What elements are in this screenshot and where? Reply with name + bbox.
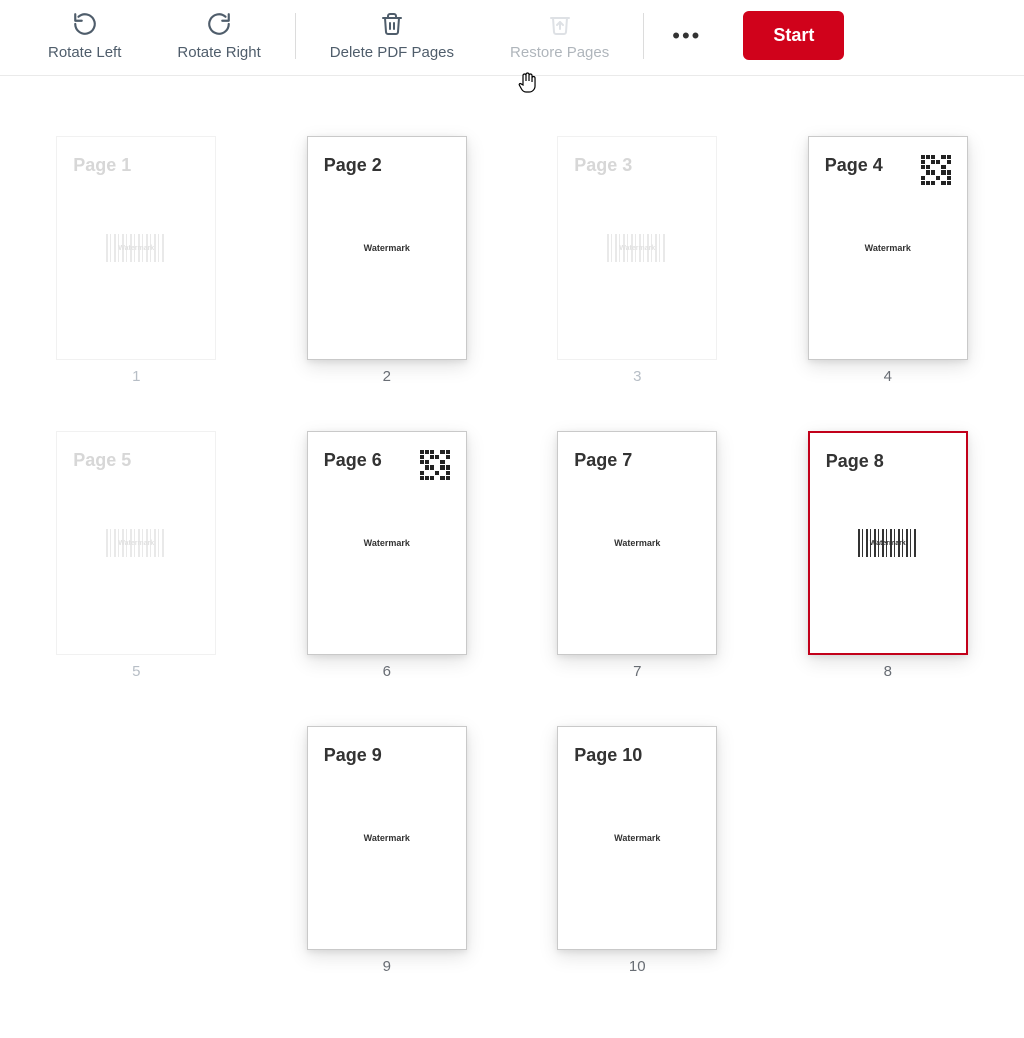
delete-pages-label: Delete PDF Pages — [330, 44, 454, 61]
start-button-label: Start — [773, 25, 814, 45]
page-thumbnail-title: Page 7 — [574, 450, 632, 471]
page-thumbnail-header: Page 6 — [324, 450, 450, 480]
page-thumbnail-content: Watermark — [106, 234, 166, 262]
page-thumbnail-cell[interactable]: Page 8 Watermark 8 — [808, 431, 968, 680]
barcode-label: Watermark — [619, 245, 655, 252]
page-thumbnail-header: Page 9 — [324, 745, 450, 766]
page-thumbnail-content: Watermark — [865, 243, 911, 253]
more-options-button[interactable]: ••• — [650, 13, 723, 59]
page-thumbnail-title: Page 1 — [73, 155, 131, 176]
page-thumbnail-cell[interactable]: Page 7 Watermark 7 — [557, 431, 717, 680]
page-number-label: 2 — [383, 368, 391, 385]
page-thumbnail-title: Page 3 — [574, 155, 632, 176]
page-thumbnail[interactable]: Page 3 Watermark — [557, 136, 717, 360]
barcode-icon: Watermark — [607, 234, 667, 262]
page-thumbnail[interactable]: Page 9 Watermark — [307, 726, 467, 950]
rotate-left-icon — [72, 10, 98, 38]
page-number-label: 9 — [383, 958, 391, 975]
page-thumbnail[interactable]: Page 7 Watermark — [557, 431, 717, 655]
page-thumbnail[interactable]: Page 6 Watermark — [307, 431, 467, 655]
barcode-label: Watermark — [118, 540, 154, 547]
page-thumbnail-header: Page 7 — [574, 450, 700, 471]
page-thumbnail-header: Page 2 — [324, 155, 450, 176]
qr-code-icon — [420, 450, 450, 480]
restore-pages-button: Restore Pages — [482, 10, 637, 61]
page-thumbnail-content: Watermark — [364, 243, 410, 253]
page-thumbnail-content: Watermark — [106, 529, 166, 557]
restore-pages-label: Restore Pages — [510, 44, 609, 61]
barcode-icon: Watermark — [106, 529, 166, 557]
page-number-label: 3 — [633, 368, 641, 385]
page-thumbnail-cell[interactable]: Page 9 Watermark 9 — [307, 726, 467, 975]
page-thumbnail-cell[interactable]: Page 4 Watermark 4 — [808, 136, 968, 385]
page-number-label: 5 — [132, 663, 140, 680]
page-thumbnail[interactable]: Page 8 Watermark — [808, 431, 968, 655]
page-thumbnail-cell[interactable]: Page 3 Watermark 3 — [557, 136, 717, 385]
page-thumbnail[interactable]: Page 5 Watermark — [56, 431, 216, 655]
page-thumbnail-content: Watermark — [614, 833, 660, 843]
page-thumbnail-title: Page 4 — [825, 155, 883, 176]
watermark-label: Watermark — [364, 243, 410, 253]
rotate-right-icon — [206, 10, 232, 38]
barcode-icon: Watermark — [858, 529, 918, 557]
page-thumbnail-title: Page 5 — [73, 450, 131, 471]
app-root: Rotate Left Rotate Right — [0, 0, 1024, 1015]
page-thumbnail-header: Page 1 — [73, 155, 199, 176]
page-thumbnail-cell[interactable]: Page 5 Watermark 5 — [56, 431, 216, 680]
page-thumbnail-header: Page 8 — [826, 451, 950, 472]
page-thumbnail-content: Watermark — [607, 234, 667, 262]
page-thumbnail-content: Watermark — [858, 529, 918, 557]
page-thumbnail[interactable]: Page 2 Watermark — [307, 136, 467, 360]
page-thumbnail[interactable]: Page 4 Watermark — [808, 136, 968, 360]
qr-code-icon — [921, 155, 951, 185]
page-number-label: 7 — [633, 663, 641, 680]
page-thumbnail-title: Page 10 — [574, 745, 642, 766]
toolbar-separator — [643, 13, 644, 59]
page-thumbnail-cell[interactable]: Page 1 Watermark 1 — [56, 136, 216, 385]
toolbar-separator — [295, 13, 296, 59]
page-thumbnail-header: Page 3 — [574, 155, 700, 176]
page-thumbnail-grid: Page 1 Watermark 1 Page 2 Watermark 2 Page 3 Wa… — [0, 76, 1024, 1015]
watermark-label: Watermark — [614, 833, 660, 843]
page-thumbnail[interactable]: Page 1 Watermark — [56, 136, 216, 360]
page-number-label: 8 — [884, 663, 892, 680]
watermark-label: Watermark — [364, 833, 410, 843]
page-thumbnail-header: Page 10 — [574, 745, 700, 766]
start-button[interactable]: Start — [743, 11, 844, 60]
ellipsis-icon: ••• — [672, 25, 701, 47]
delete-pages-button[interactable]: Delete PDF Pages — [302, 10, 482, 61]
rotate-right-label: Rotate Right — [177, 44, 260, 61]
page-thumbnail[interactable]: Page 10 Watermark — [557, 726, 717, 950]
page-thumbnail-title: Page 2 — [324, 155, 382, 176]
watermark-label: Watermark — [865, 243, 911, 253]
rotate-right-button[interactable]: Rotate Right — [149, 10, 288, 61]
page-thumbnail-title: Page 9 — [324, 745, 382, 766]
page-thumbnail-cell[interactable]: Page 2 Watermark 2 — [307, 136, 467, 385]
page-number-label: 1 — [132, 368, 140, 385]
page-thumbnail-content: Watermark — [614, 538, 660, 548]
watermark-label: Watermark — [614, 538, 660, 548]
page-thumbnail-title: Page 8 — [826, 451, 884, 472]
rotate-left-button[interactable]: Rotate Left — [20, 10, 149, 61]
page-thumbnail-title: Page 6 — [324, 450, 382, 471]
barcode-icon: Watermark — [106, 234, 166, 262]
watermark-label: Watermark — [364, 538, 410, 548]
rotate-left-label: Rotate Left — [48, 44, 121, 61]
page-thumbnail-header: Page 5 — [73, 450, 199, 471]
page-thumbnail-content: Watermark — [364, 538, 410, 548]
barcode-label: Watermark — [870, 540, 906, 547]
page-number-label: 10 — [629, 958, 646, 975]
page-thumbnail-cell[interactable]: Page 6 Watermark 6 — [307, 431, 467, 680]
page-number-label: 6 — [383, 663, 391, 680]
page-thumbnail-header: Page 4 — [825, 155, 951, 185]
toolbar: Rotate Left Rotate Right — [0, 0, 1024, 76]
barcode-label: Watermark — [118, 245, 154, 252]
trash-icon — [380, 10, 404, 38]
page-thumbnail-content: Watermark — [364, 833, 410, 843]
page-thumbnail-cell[interactable]: Page 10 Watermark 10 — [557, 726, 717, 975]
restore-icon — [548, 10, 572, 38]
page-number-label: 4 — [884, 368, 892, 385]
